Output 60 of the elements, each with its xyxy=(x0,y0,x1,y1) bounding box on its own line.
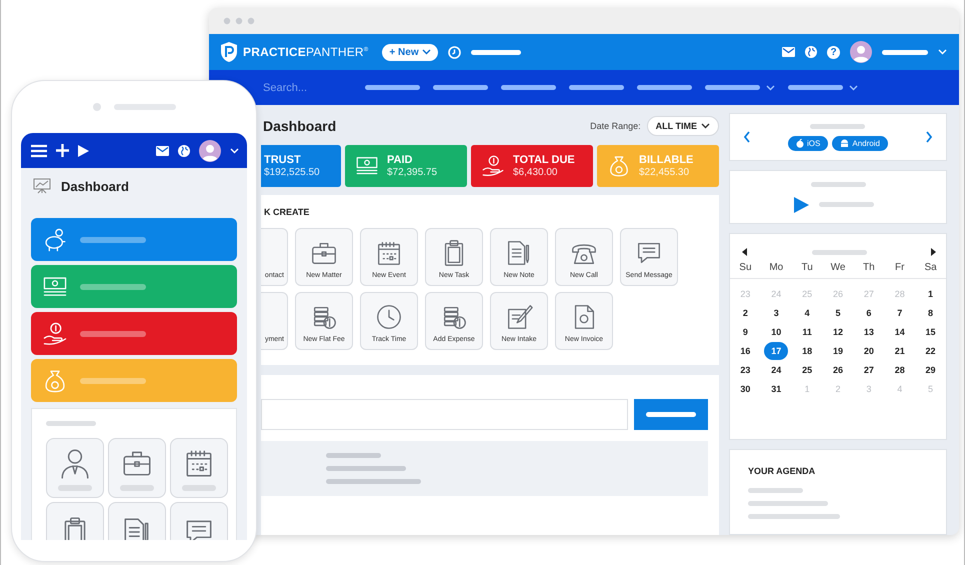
calendar-day[interactable]: 10 xyxy=(765,323,788,341)
calendar-day[interactable]: 23 xyxy=(734,361,756,379)
stat-label: TOTAL DUE xyxy=(513,154,575,166)
stat-card[interactable]: TOTAL DUE $6,430.00 xyxy=(471,145,593,187)
search-field[interactable]: Search... xyxy=(261,80,345,94)
calendar-day[interactable]: 25 xyxy=(796,361,818,379)
stat-value: $192,525.50 xyxy=(264,167,320,178)
stat-value: $22,455.30 xyxy=(639,167,690,178)
calendar-day[interactable]: 4 xyxy=(796,304,818,322)
calendar-day[interactable]: 8 xyxy=(920,304,942,322)
stat-label: BILLABLE xyxy=(639,154,694,166)
weekday-label: Sa xyxy=(923,262,938,273)
calendar-day[interactable]: 5 xyxy=(826,304,849,322)
weekday-label: Mo xyxy=(768,262,784,273)
calendar-day[interactable]: 20 xyxy=(858,342,880,360)
calendar-day[interactable]: 6 xyxy=(858,304,880,322)
calendar-day[interactable]: 30 xyxy=(734,380,756,398)
help-icon[interactable]: ? xyxy=(827,46,840,58)
page-title: Dashboard xyxy=(61,178,129,194)
calendar-day[interactable]: 13 xyxy=(858,323,880,341)
stat-label: TRUST xyxy=(264,154,302,166)
stat-label: PAID xyxy=(387,154,414,166)
calendar-day[interactable]: 1 xyxy=(920,285,942,303)
weekday-label: Fr xyxy=(894,262,906,273)
calendar-day[interactable]: 22 xyxy=(920,342,942,360)
page-title: Dashboard xyxy=(262,118,336,134)
calendar-day[interactable]: 27 xyxy=(858,361,880,379)
calendar-day[interactable]: 15 xyxy=(920,323,942,341)
date-range-dropdown[interactable]: ALL TIME xyxy=(646,116,719,136)
stat-value: $72,395.75 xyxy=(387,167,438,178)
weekday-label: Tu xyxy=(800,262,814,273)
app-store-button[interactable]: iOS xyxy=(788,136,828,150)
date-range-label: Date Range: xyxy=(590,121,641,131)
calendar-day[interactable]: 24 xyxy=(765,361,788,379)
calendar-day[interactable]: 29 xyxy=(920,361,942,379)
weekday-label: We xyxy=(830,262,846,273)
calendar-day[interactable]: 26 xyxy=(826,361,849,379)
logo-wordmark[interactable]: PRACTICEPANTHER$^{®}$ xyxy=(243,45,368,59)
calendar-day[interactable]: 3 xyxy=(765,304,788,322)
calendar-day[interactable]: 16 xyxy=(734,342,756,360)
stat-value: $6,430.00 xyxy=(513,167,558,178)
calendar-day[interactable]: 17 xyxy=(764,342,788,360)
agenda-title: YOUR AGENDA xyxy=(748,466,816,476)
app-store-button[interactable]: Android xyxy=(832,136,888,150)
calendar-day[interactable]: 14 xyxy=(888,323,911,341)
section-title: K CREATE xyxy=(263,207,310,217)
weekday-label: Th xyxy=(862,262,876,273)
calendar-day[interactable]: 11 xyxy=(796,323,818,341)
calendar-day[interactable]: 21 xyxy=(888,342,911,360)
calendar-day[interactable]: 18 xyxy=(796,342,818,360)
calendar-day[interactable]: 2 xyxy=(734,304,756,322)
calendar-day[interactable]: 28 xyxy=(888,361,911,379)
new-button[interactable]: + New xyxy=(382,44,438,60)
weekday-label: Su xyxy=(738,262,753,273)
calendar-day[interactable]: 31 xyxy=(765,380,788,398)
calendar-day[interactable]: 7 xyxy=(888,304,911,322)
calendar-day[interactable]: 19 xyxy=(826,342,849,360)
stat-card[interactable]: TRUST $192,525.50 xyxy=(261,145,341,187)
calendar-day[interactable]: 9 xyxy=(734,323,756,341)
calendar-day[interactable]: 12 xyxy=(826,323,849,341)
